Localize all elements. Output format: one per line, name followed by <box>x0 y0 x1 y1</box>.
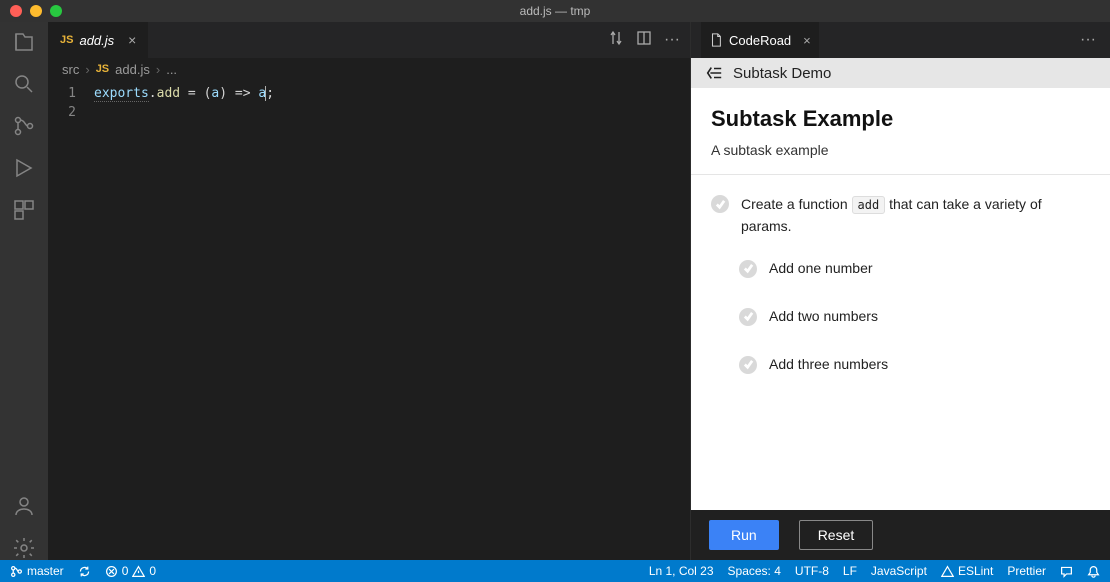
subtask-label: Add one number <box>769 260 873 276</box>
chevron-right-icon: › <box>85 62 89 77</box>
encoding-status[interactable]: UTF-8 <box>795 564 829 578</box>
subtask-label: Add two numbers <box>769 308 878 324</box>
coderoad-footer: Run Reset <box>691 510 1110 560</box>
task-item: Create a function add that can take a va… <box>711 193 1090 238</box>
document-icon <box>709 33 723 47</box>
panel-more-icon[interactable]: ··· <box>1076 31 1100 49</box>
panel-tabs: CodeRoad × ··· <box>691 22 1110 58</box>
code-editor[interactable]: 1 2 exports.add = (a) => a; <box>48 80 690 560</box>
task-status-icon <box>711 195 729 213</box>
eslint-status[interactable]: ESLint <box>941 564 993 578</box>
window-title: add.js — tmp <box>0 4 1110 18</box>
coderoad-header-title: Subtask Demo <box>733 65 831 82</box>
subtask-item: Add one number <box>739 258 1090 278</box>
panel-tab-close-icon[interactable]: × <box>803 33 811 48</box>
tab-add-js[interactable]: JS add.js × <box>48 22 149 58</box>
account-icon[interactable] <box>12 494 36 518</box>
feedback-icon[interactable] <box>1060 565 1073 578</box>
line-number: 2 <box>48 103 76 122</box>
subtask-status-icon <box>739 260 757 278</box>
run-button[interactable]: Run <box>709 520 779 550</box>
subtask-status-icon <box>739 308 757 326</box>
tab-coderoad[interactable]: CodeRoad × <box>701 22 819 58</box>
subtask-label: Add three numbers <box>769 356 888 372</box>
run-debug-icon[interactable] <box>12 156 36 180</box>
reset-button[interactable]: Reset <box>799 520 874 550</box>
problems-status[interactable]: 0 0 <box>105 564 156 578</box>
subtask-item: Add three numbers <box>739 354 1090 374</box>
coderoad-panel: CodeRoad × ··· Subtask Demo Subtask Exam… <box>690 22 1110 560</box>
subtask-item: Add two numbers <box>739 306 1090 326</box>
code-line[interactable] <box>94 103 690 122</box>
chevron-right-icon: › <box>156 62 160 77</box>
line-number: 1 <box>48 84 76 103</box>
line-number-gutter: 1 2 <box>48 84 94 560</box>
tab-close-icon[interactable]: × <box>128 32 136 48</box>
breadcrumb-folder[interactable]: src <box>62 62 79 77</box>
editor-group: JS add.js × ··· src › JS add.js › ... <box>48 22 690 560</box>
inline-code: add <box>852 196 886 214</box>
indentation-status[interactable]: Spaces: 4 <box>728 564 781 578</box>
notifications-icon[interactable] <box>1087 565 1100 578</box>
sync-icon[interactable] <box>78 565 91 578</box>
activity-bar <box>0 22 48 560</box>
js-file-icon: JS <box>96 63 109 75</box>
split-editor-icon[interactable] <box>636 30 652 51</box>
js-file-icon: JS <box>60 34 73 46</box>
eol-status[interactable]: LF <box>843 564 857 578</box>
prettier-status[interactable]: Prettier <box>1007 564 1046 578</box>
list-back-icon[interactable] <box>705 64 723 82</box>
editor-tabs: JS add.js × ··· <box>48 22 690 58</box>
breadcrumbs[interactable]: src › JS add.js › ... <box>48 58 690 80</box>
coderoad-header: Subtask Demo <box>691 58 1110 88</box>
search-icon[interactable] <box>12 72 36 96</box>
titlebar: add.js — tmp <box>0 0 1110 22</box>
editor-more-icon[interactable]: ··· <box>664 31 680 49</box>
compare-changes-icon[interactable] <box>608 30 624 51</box>
source-control-icon[interactable] <box>12 114 36 138</box>
language-status[interactable]: JavaScript <box>871 564 927 578</box>
settings-gear-icon[interactable] <box>12 536 36 560</box>
code-line[interactable]: exports.add = (a) => a; <box>94 84 690 103</box>
lesson-description: A subtask example <box>711 142 1090 158</box>
breadcrumb-file[interactable]: add.js <box>115 62 150 77</box>
tab-filename: add.js <box>79 33 114 48</box>
explorer-icon[interactable] <box>12 30 36 54</box>
extensions-icon[interactable] <box>12 198 36 222</box>
lesson-title: Subtask Example <box>711 106 1090 132</box>
status-bar: master 0 0 Ln 1, Col 23 Spaces: 4 UTF-8 … <box>0 560 1110 582</box>
cursor-position[interactable]: Ln 1, Col 23 <box>649 564 714 578</box>
panel-tab-title: CodeRoad <box>729 33 791 48</box>
subtask-status-icon <box>739 356 757 374</box>
git-branch-status[interactable]: master <box>10 564 64 578</box>
breadcrumb-symbol[interactable]: ... <box>166 62 177 77</box>
